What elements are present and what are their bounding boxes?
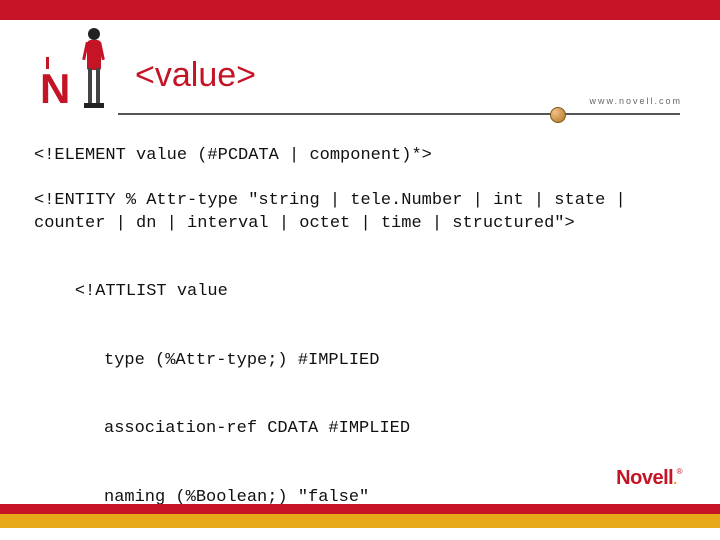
- logo-letter: N: [40, 65, 68, 113]
- slide-body: <!ELEMENT value (#PCDATA | component)*> …: [34, 145, 684, 540]
- attlist-line: type (%Attr-type;) #IMPLIED: [34, 350, 684, 373]
- footer-bars: [0, 496, 720, 540]
- header-bead-icon: [550, 107, 566, 123]
- novell-n-logo: N: [40, 75, 80, 111]
- dtd-entity: <!ENTITY % Attr-type "string | tele.Numb…: [34, 190, 684, 236]
- attlist-open: <!ATTLIST value: [75, 282, 228, 301]
- slide-header: N <value> www.novell.com: [0, 20, 720, 125]
- footer-brand-name: Novell: [616, 467, 673, 489]
- top-accent-bar: [0, 0, 720, 20]
- attlist-line: association-ref CDATA #IMPLIED: [34, 418, 684, 441]
- header-rule: [118, 113, 680, 115]
- slide-title: <value>: [135, 56, 256, 95]
- footer-novell-logo: Novell.®: [616, 467, 682, 490]
- dtd-element: <!ELEMENT value (#PCDATA | component)*>: [34, 145, 684, 168]
- brand-url: www.novell.com: [589, 96, 682, 106]
